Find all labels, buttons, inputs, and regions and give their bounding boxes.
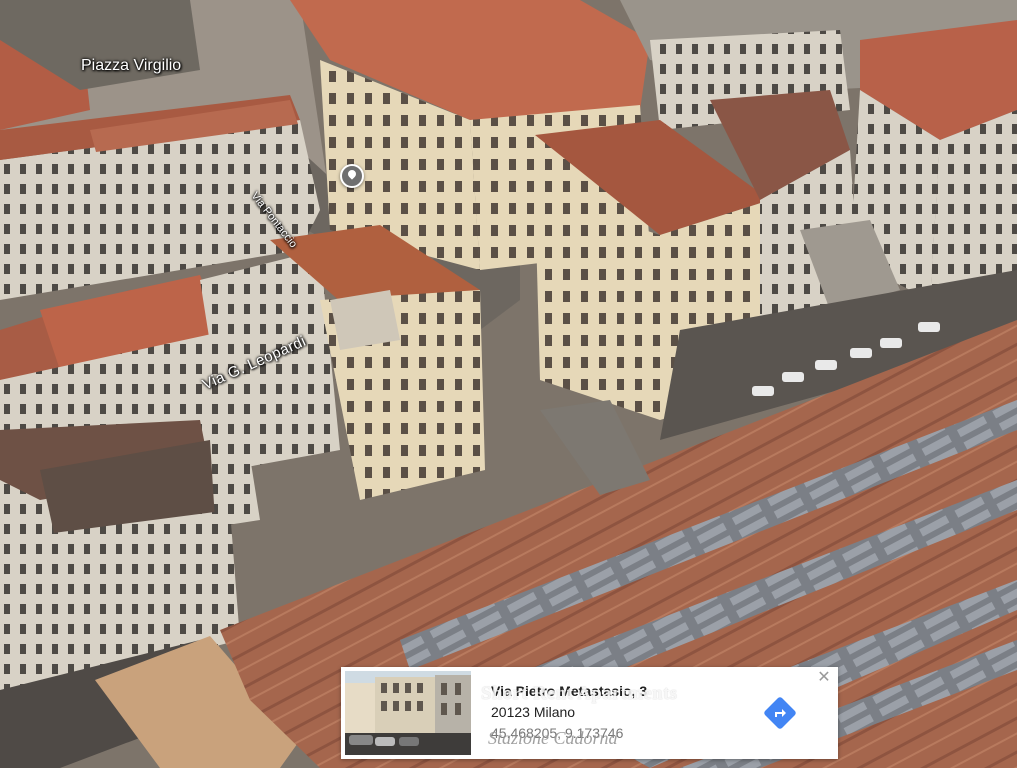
street-view-thumbnail[interactable] — [345, 671, 471, 755]
piazza-virgilio-label: Piazza Virgilio — [81, 57, 182, 74]
directions-icon[interactable] — [763, 696, 797, 730]
location-pin-icon[interactable] — [340, 164, 364, 188]
watermark-subtitle: Stazione Cadorna — [488, 728, 618, 748]
watermark-title: Short Rent Apartments — [481, 683, 678, 704]
satellite-map[interactable] — [0, 0, 1017, 768]
postal-city: 20123 Milano — [491, 704, 576, 720]
close-icon[interactable]: ✕ — [816, 670, 832, 686]
location-info-card[interactable]: Via Pietro Metastasio, 3 20123 Milano 45… — [341, 667, 838, 759]
